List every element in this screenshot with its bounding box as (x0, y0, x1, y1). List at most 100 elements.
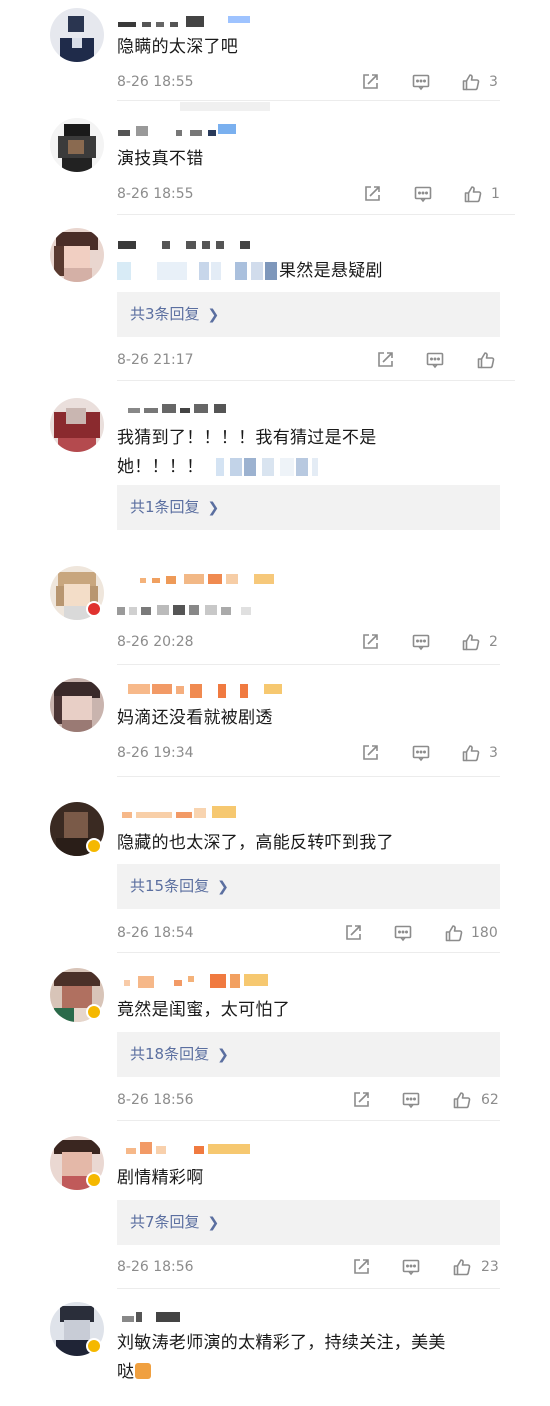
comment-icon[interactable] (411, 632, 431, 652)
avatar[interactable] (50, 118, 104, 172)
comment-time: 8-26 19:34 (117, 745, 194, 761)
reply-count-label: 共3条回复 (130, 305, 200, 323)
like-count: 1 (491, 186, 500, 202)
divider (117, 664, 500, 665)
repost-icon[interactable] (360, 632, 380, 652)
thumbs-up-icon[interactable] (452, 1090, 472, 1110)
reply-expand-button[interactable]: 共1条回复 ❯ (117, 485, 500, 530)
comment-meta: 8-26 18:56 62 (117, 1090, 502, 1110)
thumbs-up-icon[interactable] (461, 72, 481, 92)
red-badge-icon (86, 601, 102, 617)
comment-text-line: 我猜到了！！！！我有猜过是不是 (117, 428, 377, 448)
divider (117, 1288, 500, 1289)
comment-icon[interactable] (401, 1257, 421, 1277)
divider (117, 214, 515, 215)
repost-icon[interactable] (362, 184, 382, 204)
comment-time: 8-26 18:56 (117, 1259, 194, 1275)
comment-meta: 8-26 19:34 3 (117, 743, 502, 763)
comment-time: 8-26 20:28 (117, 634, 194, 650)
comment-text-line: 哒 (117, 1358, 507, 1387)
avatar[interactable] (50, 228, 104, 282)
comment-text: 刘敏涛老师演的太精彩了，持续关注，美美 哒 (117, 1329, 507, 1387)
chevron-right-icon: ❯ (217, 879, 229, 895)
masked-mention (117, 262, 279, 280)
divider (117, 952, 500, 953)
thumbs-up-icon[interactable] (463, 184, 483, 204)
comment-meta: 8-26 21:17 (117, 350, 502, 370)
repost-icon[interactable] (360, 743, 380, 763)
avatar[interactable] (50, 8, 104, 62)
thumbs-up-icon[interactable] (476, 350, 496, 370)
chevron-right-icon: ❯ (207, 500, 220, 516)
comment-text: 果然是悬疑剧 (117, 257, 507, 286)
thumbs-up-icon[interactable] (444, 923, 464, 943)
thumbs-up-icon[interactable] (461, 632, 481, 652)
verified-badge-icon (86, 1004, 102, 1020)
comment-feed: 隐瞒的太深了吧 8-26 18:55 3 演技真不错 8-26 18:55 1 … (0, 0, 550, 1406)
avatar[interactable] (50, 678, 104, 732)
comment-text: 妈滴还没看就被剧透 (117, 708, 273, 728)
comment-text-body: 哒 (117, 1362, 135, 1382)
comment-icon[interactable] (393, 923, 413, 943)
repost-icon[interactable] (351, 1257, 371, 1277)
like-count: 62 (481, 1092, 499, 1108)
repost-icon[interactable] (375, 350, 395, 370)
comment-icon[interactable] (401, 1090, 421, 1110)
reply-expand-button[interactable]: 共18条回复 ❯ (117, 1032, 500, 1077)
chevron-right-icon: ❯ (207, 307, 220, 323)
comment-text: 隐瞒的太深了吧 (117, 37, 239, 57)
divider (117, 776, 500, 777)
comment-meta: 8-26 20:28 2 (117, 632, 502, 652)
comment-icon[interactable] (411, 743, 431, 763)
verified-badge-icon (86, 1172, 102, 1188)
chevron-right-icon: ❯ (207, 1215, 220, 1231)
verified-badge-icon (86, 838, 102, 854)
comment-time: 8-26 18:55 (117, 74, 194, 90)
comment-meta: 8-26 18:55 3 (117, 72, 502, 92)
divider (117, 380, 515, 381)
reply-count-label: 共1条回复 (130, 498, 200, 516)
comment-time: 8-26 18:56 (117, 1092, 194, 1108)
divider (117, 1120, 500, 1121)
comment-text: 竟然是闺蜜，太可怕了 (117, 1000, 290, 1020)
comment-time: 8-26 18:55 (117, 186, 194, 202)
divider (117, 100, 500, 101)
reply-expand-button[interactable]: 共7条回复 ❯ (117, 1200, 500, 1245)
like-count: 23 (481, 1259, 499, 1275)
reply-count-label: 共18条回复 (130, 1045, 210, 1063)
reply-count-label: 共15条回复 (130, 877, 210, 895)
comment-text: 剧情精彩啊 (117, 1168, 204, 1188)
comment-text: 隐藏的也太深了，高能反转吓到我了 (117, 833, 394, 853)
comment-time: 8-26 18:54 (117, 925, 194, 941)
repost-icon[interactable] (351, 1090, 371, 1110)
thumbs-up-icon[interactable] (461, 743, 481, 763)
verified-badge-icon (86, 1338, 102, 1354)
comment-icon[interactable] (425, 350, 445, 370)
emoji-icon (135, 1363, 152, 1379)
comment-text-body: 她！！！！ (117, 457, 204, 477)
repost-icon[interactable] (360, 72, 380, 92)
masked-mention (204, 458, 324, 476)
comment-meta: 8-26 18:55 1 (117, 184, 502, 204)
masked-text (117, 601, 257, 619)
comment-text: 演技真不错 (117, 149, 204, 169)
repost-icon[interactable] (343, 923, 363, 943)
comment-icon[interactable] (413, 184, 433, 204)
reply-count-label: 共7条回复 (130, 1213, 200, 1231)
like-count: 2 (489, 634, 498, 650)
chevron-right-icon: ❯ (217, 1047, 229, 1063)
comment-text-line: 她！！！！ (117, 453, 507, 482)
avatar[interactable] (50, 398, 104, 452)
reply-expand-button[interactable]: 共15条回复 ❯ (117, 864, 500, 909)
like-count: 3 (489, 745, 498, 761)
like-count: 3 (489, 74, 498, 90)
comment-text-line: 刘敏涛老师演的太精彩了，持续关注，美美 (117, 1333, 446, 1353)
comment-text: 我猜到了！！！！我有猜过是不是 她！！！！ (117, 424, 507, 482)
comment-text (117, 596, 507, 625)
comment-text-body: 果然是悬疑剧 (279, 261, 383, 281)
reply-expand-button[interactable]: 共3条回复 ❯ (117, 292, 500, 337)
scroll-shadow (180, 102, 270, 111)
comment-icon[interactable] (411, 72, 431, 92)
thumbs-up-icon[interactable] (452, 1257, 472, 1277)
comment-time: 8-26 21:17 (117, 352, 194, 368)
